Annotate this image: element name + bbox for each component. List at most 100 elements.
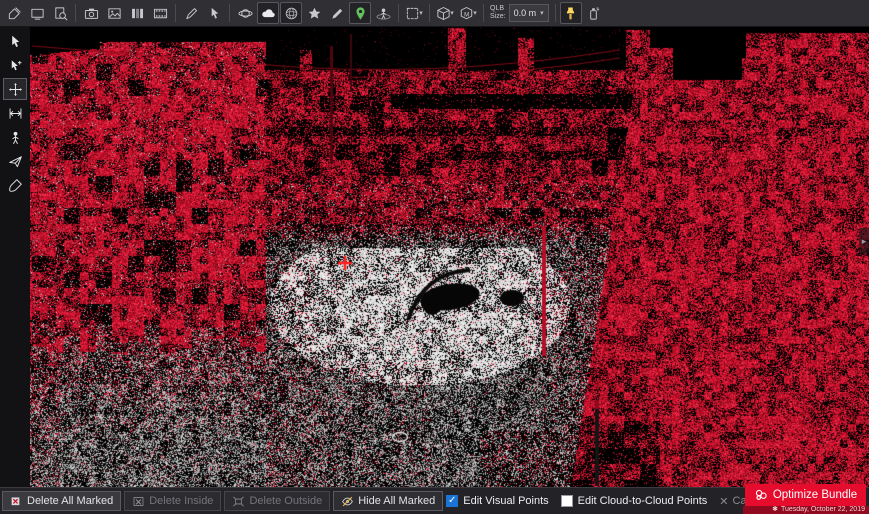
chevron-down-icon: ▾ — [419, 10, 423, 17]
tag-edit-button[interactable] — [3, 2, 25, 24]
spray-icon — [586, 6, 601, 21]
display-button[interactable] — [26, 2, 48, 24]
cube-m-icon: M — [459, 6, 474, 21]
qlb-size-label: QLBSize: — [490, 5, 506, 21]
move-tool-icon — [8, 82, 23, 97]
top-toolbar: ▾▾M▾QLBSize:0.0 m▾ — [0, 0, 869, 27]
cursor-icon — [207, 6, 222, 21]
toolbar-separator — [429, 4, 430, 22]
application-window: ▾▾M▾QLBSize:0.0 m▾ ▸ Delete All MarkedDe… — [0, 0, 869, 514]
selection-mode-group: ▾ — [403, 2, 425, 24]
capture-tools-group — [80, 2, 171, 24]
select-star-button[interactable] — [3, 54, 27, 76]
orbit-icon — [238, 6, 253, 21]
star-button[interactable] — [303, 2, 325, 24]
point-cloud-viewport[interactable] — [30, 27, 869, 487]
cube-button[interactable]: ▾ — [434, 2, 456, 24]
camera-icon — [84, 6, 99, 21]
photo-icon — [107, 6, 122, 21]
cloud-button[interactable] — [257, 2, 279, 24]
distance-tool-button[interactable] — [3, 102, 27, 124]
status-date: ✱Tuesday, October 22, 2019 — [743, 506, 869, 514]
left-toolbar — [0, 27, 30, 487]
delete-outside-button[interactable]: Delete Outside — [224, 491, 330, 511]
pen-icon — [184, 6, 199, 21]
button-label: Delete Inside — [149, 495, 213, 507]
display-icon — [30, 6, 45, 21]
qlb-size-control: QLBSize:0.0 m▾ — [490, 4, 549, 22]
qlb-size-value: 0.0 m — [514, 8, 537, 18]
cursor-button[interactable] — [203, 2, 225, 24]
brush-tool-button[interactable] — [3, 174, 27, 196]
sphere-button[interactable] — [280, 2, 302, 24]
delete-marked-icon — [10, 495, 23, 508]
person-orbit-icon — [376, 6, 391, 21]
columns-button[interactable] — [126, 2, 148, 24]
person-view-icon — [8, 130, 23, 145]
bottom-toolbar: Delete All Marked Delete Inside Delete Out… — [0, 487, 869, 514]
search-page-button[interactable] — [49, 2, 71, 24]
cube-m-button[interactable]: M▾ — [457, 2, 479, 24]
delete-all-marked-button[interactable]: Delete All Marked — [2, 491, 121, 511]
toolbar-separator — [483, 4, 484, 22]
filmstrip-button[interactable] — [149, 2, 171, 24]
checkbox-edit-visual-points[interactable]: ✓ Edit Visual Points — [446, 495, 548, 507]
pin-button[interactable] — [349, 2, 371, 24]
pencil-icon — [330, 6, 345, 21]
date-text: Tuesday, October 22, 2019 — [781, 506, 865, 514]
select-arrow-button[interactable] — [3, 30, 27, 52]
sphere-icon — [284, 6, 299, 21]
chevron-right-icon: ▸ — [862, 236, 867, 247]
wand-button[interactable] — [560, 2, 582, 24]
button-label: Delete Outside — [249, 495, 322, 507]
select-arrow-icon — [8, 34, 23, 49]
checked-checkbox-icon[interactable]: ✓ — [446, 495, 458, 507]
hide-marked-icon — [341, 495, 354, 508]
fly-tool-button[interactable] — [3, 150, 27, 172]
side-panel-expand-handle[interactable]: ▸ — [859, 228, 869, 254]
model-tools-group: ▾M▾ — [434, 2, 479, 24]
checkbox-label: Edit Visual Points — [463, 495, 548, 507]
person-orbit-button[interactable] — [372, 2, 394, 24]
photo-button[interactable] — [103, 2, 125, 24]
wand-icon — [563, 6, 578, 21]
checkbox-edit-cloud-to-cloud-points[interactable]: Edit Cloud-to-Cloud Points — [561, 495, 708, 507]
distance-tool-icon — [8, 106, 23, 121]
svg-text:M: M — [464, 11, 469, 18]
delete-inside-icon — [132, 495, 145, 508]
hide-all-marked-button[interactable]: Hide All Marked — [333, 491, 443, 511]
toolbar-separator — [555, 4, 556, 22]
tag-edit-icon — [7, 6, 22, 21]
unchecked-checkbox-icon[interactable] — [561, 495, 573, 507]
camera-button[interactable] — [80, 2, 102, 24]
cloud-icon — [261, 6, 276, 21]
square-select-button[interactable]: ▾ — [403, 2, 425, 24]
person-view-button[interactable] — [3, 126, 27, 148]
bundle-icon — [754, 488, 768, 502]
qlb-size-select[interactable]: 0.0 m▾ — [509, 4, 549, 22]
pen-button[interactable] — [180, 2, 202, 24]
spray-button[interactable] — [583, 2, 605, 24]
pencil-button[interactable] — [326, 2, 348, 24]
button-label: Delete All Marked — [27, 495, 113, 507]
square-select-icon — [405, 6, 420, 21]
draw-tools-group — [180, 2, 225, 24]
chevron-down-icon: ▾ — [450, 10, 454, 17]
move-tool-button[interactable] — [3, 78, 27, 100]
filmstrip-icon — [153, 6, 168, 21]
view-toggles-group — [234, 2, 394, 24]
pin-icon — [353, 6, 368, 21]
close-x-icon: ✕ — [719, 495, 728, 508]
toolbar-separator — [398, 4, 399, 22]
fly-tool-icon — [8, 154, 23, 169]
marked-points-actions: Delete All Marked Delete Inside Delete Out… — [2, 491, 446, 511]
brush-tool-icon — [8, 178, 23, 193]
columns-icon — [130, 6, 145, 21]
delete-outside-icon — [232, 495, 245, 508]
select-star-icon — [8, 58, 23, 73]
delete-inside-button[interactable]: Delete Inside — [124, 491, 221, 511]
button-label: Hide All Marked — [358, 495, 435, 507]
orbit-button[interactable] — [234, 2, 256, 24]
optimize-bundle-button[interactable]: Optimize Bundle — [745, 484, 866, 506]
highlight-tools-group — [560, 2, 605, 24]
